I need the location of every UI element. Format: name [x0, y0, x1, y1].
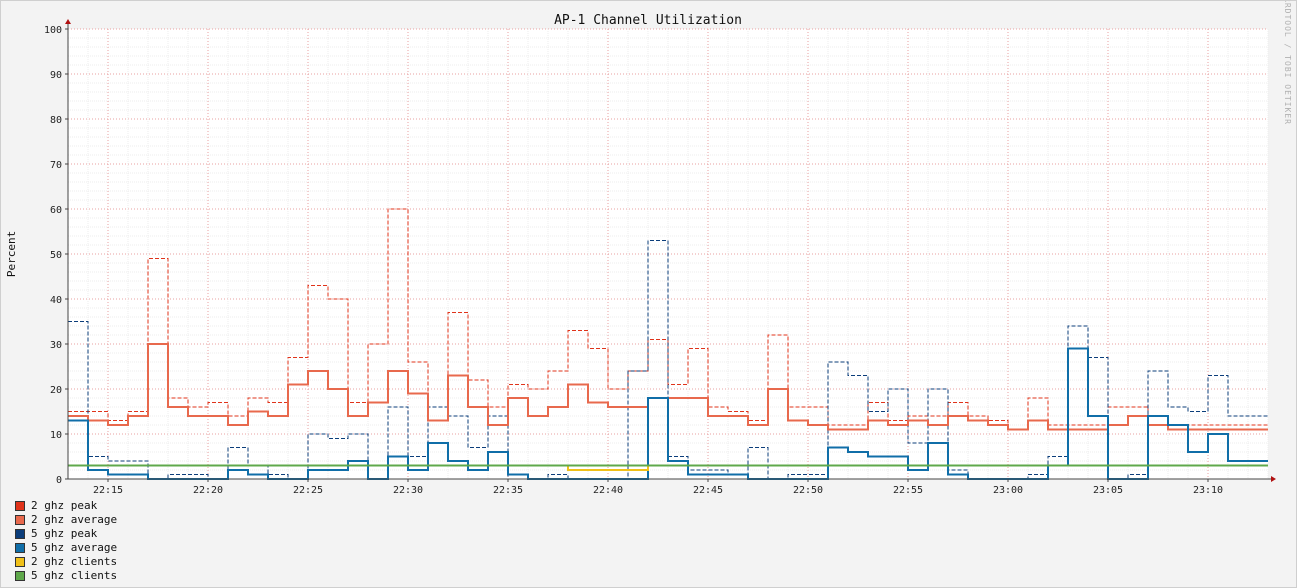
legend-item: 5 ghz clients: [15, 569, 117, 583]
legend-swatch: [15, 557, 25, 567]
legend-swatch: [15, 543, 25, 553]
watermark: RRDTOOL / TOBI OETIKER: [1283, 1, 1292, 125]
x-tick-label: 22:55: [893, 485, 923, 496]
x-tick-label: 22:50: [793, 485, 823, 496]
legend-item: 5 ghz peak: [15, 527, 117, 541]
y-tick-labels: 0 10 20 30 40 50 60 70 80 90 100: [44, 25, 68, 486]
x-tick-label: 22:30: [393, 485, 423, 496]
legend-label: 2 ghz peak: [31, 499, 98, 512]
legend-label: 5 ghz clients: [31, 569, 118, 582]
legend-item: 2 ghz average: [15, 513, 117, 527]
x-tick-label: 23:00: [993, 485, 1023, 496]
y-tick-label: 100: [44, 25, 62, 36]
x-tick-label: 22:25: [293, 485, 323, 496]
legend-swatch: [15, 515, 25, 525]
legend-item: 2 ghz peak: [15, 499, 117, 513]
x-axis-arrow: [1271, 476, 1276, 482]
y-tick-label: 10: [50, 430, 62, 441]
graph-frame: 0 10 20 30 40 50 60 70 80 90 100 22:15 22:20 22:25 22…: [0, 0, 1297, 588]
x-tick-labels: 22:15 22:20 22:25 22:30 22:35 22:40 22:45 22:50…: [93, 479, 1223, 496]
chart-title: AP-1 Channel Utilization: [554, 13, 742, 28]
legend-label: 2 ghz clients: [31, 555, 118, 568]
legend-label: 5 ghz peak: [31, 527, 98, 540]
x-tick-label: 23:10: [1193, 485, 1223, 496]
y-tick-label: 20: [50, 385, 62, 396]
legend-item: 5 ghz average: [15, 541, 117, 555]
legend-label: 5 ghz average: [31, 541, 118, 554]
y-tick-label: 90: [50, 70, 62, 81]
y-tick-label: 40: [50, 295, 62, 306]
legend-item: 2 ghz clients: [15, 555, 117, 569]
y-axis-arrow: [65, 19, 71, 24]
legend-swatch: [15, 501, 25, 511]
x-tick-label: 22:15: [93, 485, 123, 496]
legend: 2 ghz peak 2 ghz average 5 ghz peak 5 ghz a…: [15, 499, 117, 583]
y-tick-label: 60: [50, 205, 62, 216]
y-tick-label: 0: [56, 475, 62, 486]
y-tick-label: 70: [50, 160, 62, 171]
x-tick-label: 22:40: [593, 485, 623, 496]
x-tick-label: 22:35: [493, 485, 523, 496]
y-tick-label: 80: [50, 115, 62, 126]
legend-swatch: [15, 529, 25, 539]
legend-label: 2 ghz average: [31, 513, 118, 526]
y-tick-label: 50: [50, 250, 62, 261]
x-tick-label: 22:45: [693, 485, 723, 496]
legend-swatch: [15, 571, 25, 581]
channel-utilization-chart: 0102030405060708090100 22:15 22:20 22:25 22…: [5, 1, 1292, 496]
y-tick-label: 30: [50, 340, 62, 351]
x-tick-label: 22:20: [193, 485, 223, 496]
y-axis-label: Percent: [5, 231, 18, 277]
x-tick-label: 23:05: [1093, 485, 1123, 496]
